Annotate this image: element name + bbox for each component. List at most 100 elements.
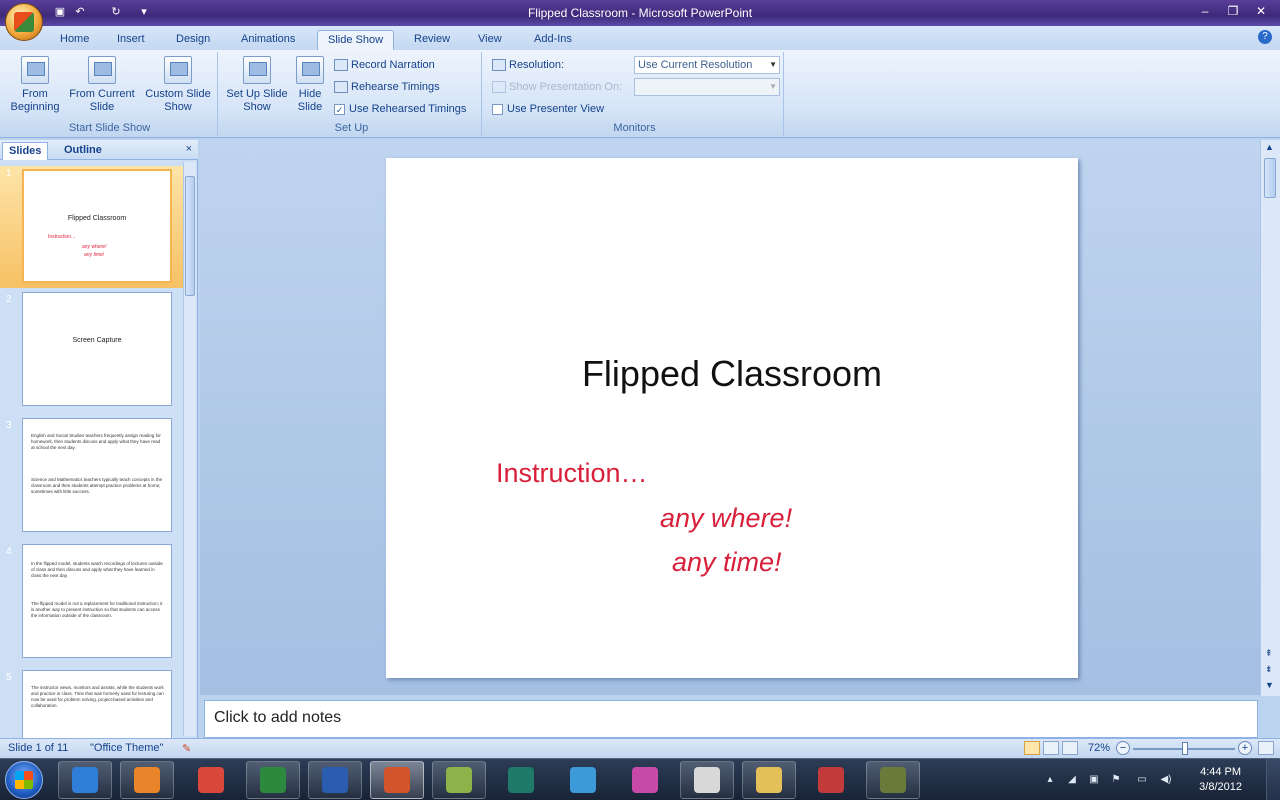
- office-button[interactable]: [5, 3, 43, 41]
- close-button[interactable]: ✕: [1248, 2, 1274, 20]
- clock[interactable]: 4:44 PM 3/8/2012: [1199, 765, 1242, 795]
- taskbar-internet-explorer-button[interactable]: [58, 761, 112, 799]
- close-pane-icon[interactable]: ×: [186, 143, 192, 155]
- slide-number: 2: [6, 294, 12, 305]
- thumb-text: any time!: [84, 252, 105, 258]
- taskbar: ▴ ◢ ▣ ⚑ ▭ ◀) 4:44 PM 3/8/2012: [0, 758, 1280, 800]
- media-player-icon: [134, 767, 160, 793]
- monitors-group: Resolution: Use Current Resolution ▼ Show…: [486, 52, 784, 136]
- set-up-slide-show-icon: [243, 56, 271, 84]
- taskbar-app-grid-button[interactable]: [618, 761, 672, 799]
- zoom-out-icon[interactable]: −: [1116, 741, 1130, 755]
- slides-pane-scrollbar[interactable]: [183, 162, 196, 736]
- use-presenter-view-checkbox[interactable]: Use Presenter View: [492, 100, 604, 118]
- tab-slide-show[interactable]: Slide Show: [317, 30, 395, 50]
- slide-scrollbar[interactable]: ▲ ⇞ ⇟ ▼: [1260, 140, 1280, 696]
- set-up-slide-show-button[interactable]: Set Up Slide Show: [226, 56, 288, 114]
- fit-to-window-icon[interactable]: [1258, 741, 1274, 755]
- tab-review[interactable]: Review: [404, 30, 460, 50]
- slides-pane: Slides Outline × 1 Flipped Classroom Ins…: [0, 140, 198, 738]
- thumbnail-image: Flipped Classroom Instruction... any whe…: [22, 169, 172, 283]
- rehearse-timings-button[interactable]: Rehearse Timings: [334, 78, 440, 96]
- previous-slide-icon[interactable]: ⇞: [1265, 648, 1273, 659]
- monitor-icon: [492, 59, 506, 72]
- taskbar-camtasia-button[interactable]: [494, 761, 548, 799]
- tab-view[interactable]: View: [468, 30, 512, 50]
- tab-animations[interactable]: Animations: [231, 30, 305, 50]
- slide-text-line[interactable]: any where!: [660, 503, 792, 534]
- zoom-in-icon[interactable]: +: [1238, 741, 1252, 755]
- action-center-flag-icon[interactable]: ⚑: [1110, 774, 1122, 786]
- slide-show-view-icon[interactable]: [1062, 741, 1078, 755]
- slide-thumbnail-2[interactable]: 2 Screen Capture: [0, 292, 183, 410]
- taskbar-capture-button[interactable]: [866, 761, 920, 799]
- scrollbar-thumb[interactable]: [1264, 158, 1276, 198]
- hide-slide-button[interactable]: Hide Slide: [290, 56, 330, 114]
- tab-add-ins[interactable]: Add-Ins: [524, 30, 582, 50]
- show-hidden-icons-icon[interactable]: ▴: [1044, 774, 1056, 786]
- thumb-text: Science and Mathematics teachers typical…: [31, 477, 163, 494]
- normal-view-icon[interactable]: [1024, 741, 1040, 755]
- slide-text-line[interactable]: any time!: [672, 547, 782, 578]
- volume-icon[interactable]: ◀): [1160, 774, 1172, 786]
- taskbar-folder-button[interactable]: [742, 761, 796, 799]
- from-beginning-button[interactable]: From Beginning: [6, 56, 64, 114]
- powerpoint-icon: [384, 767, 410, 793]
- taskbar-powerpoint-button[interactable]: [370, 761, 424, 799]
- thumb-text: The flipped model is not a replacement f…: [31, 601, 163, 618]
- checkbox-icon: [492, 103, 503, 115]
- resolution-dropdown[interactable]: Use Current Resolution ▼: [634, 56, 780, 74]
- taskbar-chrome-button[interactable]: [184, 761, 238, 799]
- use-rehearsed-timings-checkbox[interactable]: ✓ Use Rehearsed Timings: [334, 100, 466, 118]
- show-presentation-on-dropdown[interactable]: ▼: [634, 78, 780, 96]
- network-icon[interactable]: ◢: [1066, 774, 1078, 786]
- slide-thumbnail-3[interactable]: 3 English and Social Studies teachers fr…: [0, 418, 183, 536]
- taskbar-media-player-button[interactable]: [120, 761, 174, 799]
- show-desktop-button[interactable]: [1266, 759, 1280, 800]
- thumbnail-image: The instructor views, monitors and assis…: [22, 670, 172, 738]
- monitor-icon: [492, 81, 506, 94]
- from-current-slide-button[interactable]: From Current Slide: [68, 56, 136, 114]
- device-icon[interactable]: ▣: [1088, 774, 1100, 786]
- thumb-title: Screen Capture: [72, 337, 122, 344]
- next-slide-icon[interactable]: ⇟: [1265, 664, 1273, 675]
- notes-pane[interactable]: Click to add notes: [204, 700, 1258, 738]
- scrollbar-thumb[interactable]: [185, 176, 195, 296]
- display-icon[interactable]: ▭: [1136, 774, 1148, 786]
- start-button[interactable]: [5, 761, 43, 799]
- custom-slide-show-button[interactable]: Custom Slide Show: [142, 56, 214, 114]
- zoom-level[interactable]: 72%: [1088, 742, 1110, 754]
- taskbar-notes-button[interactable]: [432, 761, 486, 799]
- record-narration-button[interactable]: Record Narration: [334, 56, 435, 74]
- taskbar-excel-button[interactable]: [246, 761, 300, 799]
- taskbar-word-button[interactable]: [308, 761, 362, 799]
- taskbar-pencil-button[interactable]: [556, 761, 610, 799]
- slide-text-line[interactable]: Instruction…: [496, 458, 648, 489]
- folder-icon: [756, 767, 782, 793]
- taskbar-gift-button[interactable]: [804, 761, 858, 799]
- show-presentation-on-label: Show Presentation On:: [492, 78, 622, 96]
- maximize-button[interactable]: ❐: [1220, 2, 1246, 20]
- zoom-slider-thumb[interactable]: [1182, 742, 1188, 755]
- slide-title[interactable]: Flipped Classroom: [386, 353, 1078, 395]
- tab-insert[interactable]: Insert: [107, 30, 155, 50]
- slide-number: 1: [6, 168, 12, 179]
- group-label: Monitors: [613, 122, 656, 134]
- scroll-down-icon[interactable]: ▼: [1265, 680, 1274, 690]
- slide-thumbnail-1[interactable]: 1 Flipped Classroom Instruction... any w…: [0, 166, 183, 288]
- taskbar-calculator-button[interactable]: [680, 761, 734, 799]
- minimize-button[interactable]: –: [1192, 2, 1218, 20]
- scroll-up-icon[interactable]: ▲: [1265, 142, 1274, 152]
- tab-home[interactable]: Home: [50, 30, 99, 50]
- tab-outline[interactable]: Outline: [58, 142, 108, 160]
- spell-check-icon[interactable]: ✎: [182, 742, 191, 755]
- from-current-slide-icon: [88, 56, 116, 84]
- tab-slides[interactable]: Slides: [2, 142, 49, 160]
- tab-design[interactable]: Design: [166, 30, 220, 50]
- office-logo-icon: [14, 12, 34, 32]
- slide-thumbnail-5[interactable]: 5 The instructor views, monitors and ass…: [0, 670, 183, 738]
- slide-sorter-icon[interactable]: [1043, 741, 1059, 755]
- slide-thumbnail-4[interactable]: 4 In the flipped model, students watch r…: [0, 544, 183, 662]
- help-icon[interactable]: ?: [1258, 30, 1272, 44]
- current-slide[interactable]: Flipped Classroom Instruction… any where…: [386, 158, 1078, 678]
